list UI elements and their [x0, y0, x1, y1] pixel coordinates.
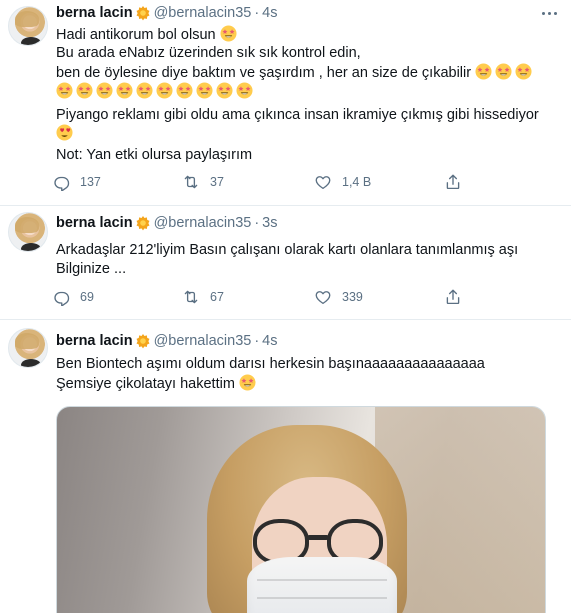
sun-badge-icon — [135, 215, 151, 231]
reply-button[interactable]: 137 — [52, 172, 101, 192]
star-struck-emoji-icon — [475, 63, 492, 80]
tweet-text-line: Not: Yan etki olursa paylaşırım — [56, 147, 253, 163]
star-struck-emoji-icon — [236, 82, 253, 99]
avatar[interactable] — [8, 6, 48, 46]
avatar[interactable] — [8, 212, 48, 252]
separator: · — [254, 215, 260, 231]
user-handle[interactable]: @bernalacin35 — [154, 5, 252, 21]
tweet-header: berna lacin @bernalacin35 · 3s — [56, 213, 278, 233]
user-handle[interactable]: @bernalacin35 — [154, 333, 252, 349]
share-button[interactable] — [444, 287, 472, 307]
reply-icon — [52, 288, 70, 306]
star-struck-emoji-icon — [515, 63, 532, 80]
separator: · — [254, 333, 260, 349]
reply-icon — [52, 173, 70, 191]
tweet-text-line: Piyango reklamı gibi oldu ama çıkınca in… — [56, 107, 539, 123]
tweet-header: berna lacin @bernalacin35 · 4s — [56, 331, 278, 351]
emoji-row — [56, 82, 556, 102]
tweet-text-line: Bilginize ... — [56, 261, 127, 277]
tweet-text-line: Bu arada eNabız üzerinden sık sık kontro… — [56, 45, 361, 61]
mask-fold — [257, 579, 387, 581]
share-icon — [444, 288, 462, 306]
share-icon — [444, 173, 462, 191]
timestamp[interactable]: 4s — [262, 5, 277, 21]
star-struck-emoji-icon — [56, 82, 73, 99]
tweet-actions: 137 37 1,4 B — [52, 172, 492, 192]
heart-eyes-emoji-icon — [56, 124, 73, 141]
separator: · — [254, 5, 260, 21]
tweet-header: berna lacin @bernalacin35 · 4s — [56, 3, 278, 23]
tweet-text-line: Arkadaşlar 212'liyim Basın çalışanı olar… — [56, 242, 519, 258]
star-struck-emoji-icon — [220, 25, 237, 42]
glasses-bridge — [307, 535, 329, 540]
star-struck-emoji-icon — [156, 82, 173, 99]
star-struck-emoji-icon — [76, 82, 93, 99]
tweet-photo[interactable] — [56, 406, 546, 613]
tweet-text-line: Ben Biontech aşımı oldum darısı herkesin… — [56, 356, 485, 372]
star-struck-emoji-icon — [136, 82, 153, 99]
display-name[interactable]: berna lacin — [56, 215, 133, 231]
like-button[interactable]: 1,4 B — [314, 172, 371, 192]
star-struck-emoji-icon — [495, 63, 512, 80]
sun-badge-icon — [135, 5, 151, 21]
tweet-text-line: ben de öylesine diye baktım ve şaşırdım … — [56, 63, 556, 83]
tweet-text-line: Hadi antikorum bol olsun — [56, 25, 556, 45]
display-name[interactable]: berna lacin — [56, 5, 133, 21]
retweet-count: 67 — [210, 290, 224, 304]
tweet-text-line: Şemsiye çikolatayı hakettim — [56, 374, 556, 394]
timestamp[interactable]: 4s — [262, 333, 277, 349]
emoji-row — [56, 124, 556, 144]
timestamp[interactable]: 3s — [262, 215, 277, 231]
star-struck-emoji-icon — [116, 82, 133, 99]
star-struck-emoji-icon — [196, 82, 213, 99]
user-handle[interactable]: @bernalacin35 — [154, 215, 252, 231]
like-button[interactable]: 339 — [314, 287, 363, 307]
star-struck-emoji-icon — [216, 82, 233, 99]
retweet-button[interactable]: 67 — [182, 287, 224, 307]
mask-fold — [257, 597, 387, 599]
more-icon[interactable] — [539, 3, 559, 23]
star-struck-emoji-icon — [96, 82, 113, 99]
heart-icon — [314, 288, 332, 306]
retweet-icon — [182, 288, 200, 306]
display-name[interactable]: berna lacin — [56, 333, 133, 349]
face-mask — [247, 557, 397, 613]
avatar[interactable] — [8, 328, 48, 368]
share-button[interactable] — [444, 172, 472, 192]
retweet-count: 37 — [210, 175, 224, 189]
tweet[interactable]: berna lacin @bernalacin35 · 3s Arkadaşla… — [0, 206, 571, 320]
reply-count: 137 — [80, 175, 101, 189]
like-count: 1,4 B — [342, 175, 372, 189]
reply-count: 69 — [80, 290, 94, 304]
tweet[interactable]: berna lacin @bernalacin35 · 4s Hadi anti… — [0, 0, 571, 206]
retweet-icon — [182, 173, 200, 191]
timeline: berna lacin @bernalacin35 · 4s Hadi anti… — [0, 0, 571, 613]
retweet-button[interactable]: 37 — [182, 172, 224, 192]
like-count: 339 — [342, 290, 363, 304]
tweet[interactable]: berna lacin @bernalacin35 · 4s Ben Biont… — [0, 320, 571, 613]
star-struck-emoji-icon — [176, 82, 193, 99]
sun-badge-icon — [135, 333, 151, 349]
star-struck-emoji-icon — [239, 374, 256, 391]
tweet-actions: 69 67 339 — [52, 287, 492, 307]
reply-button[interactable]: 69 — [52, 287, 94, 307]
heart-icon — [314, 173, 332, 191]
